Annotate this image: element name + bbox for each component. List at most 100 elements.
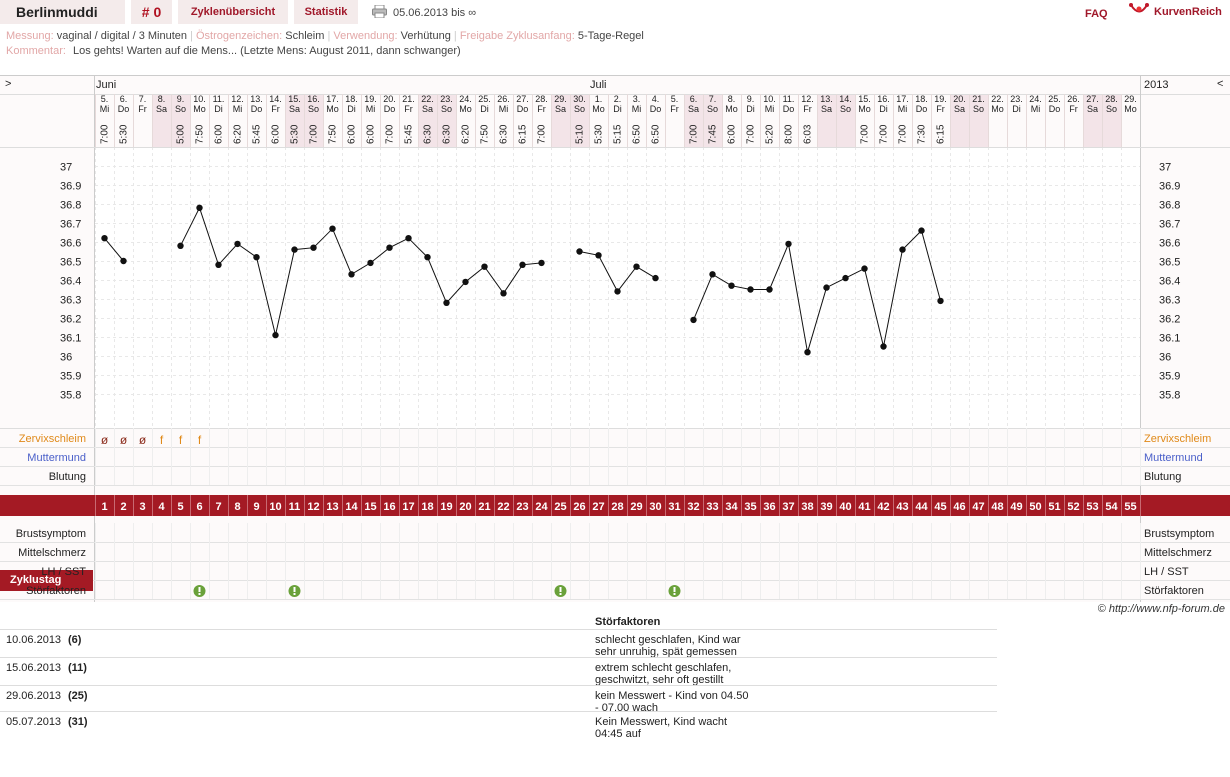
y-tick-label-right: 36.8 xyxy=(1159,200,1180,212)
day-weekday: Mo xyxy=(459,104,472,114)
day-date: 1. xyxy=(595,94,603,104)
day-date: 6. xyxy=(690,94,698,104)
cycle-day-number: 27 xyxy=(592,501,604,513)
cycle-day-number: 33 xyxy=(706,501,718,513)
y-tick-label-right: 36.1 xyxy=(1159,333,1180,345)
cycle-day-number: 15 xyxy=(364,501,376,513)
verwendung-value: Verhütung xyxy=(400,30,451,42)
measure-time: 6:00 xyxy=(271,124,282,144)
measure-time: 7:00 xyxy=(860,124,871,144)
temperature-point xyxy=(709,271,716,278)
temperature-point xyxy=(424,254,431,261)
day-weekday: Do xyxy=(517,104,529,114)
faq-link[interactable]: FAQ xyxy=(1085,8,1108,20)
day-date: 25. xyxy=(1048,94,1061,104)
day-date: 8. xyxy=(728,94,736,104)
day-weekday: So xyxy=(308,104,319,114)
messung-value: vaginal / digital / 3 Minuten xyxy=(56,30,188,42)
day-weekday: Di xyxy=(214,104,223,114)
freigabe-value: 5-Tage-Regel xyxy=(577,30,644,42)
cycle-day-number: 35 xyxy=(744,501,756,513)
tab-zyklenuebersicht[interactable]: Zyklenübersicht xyxy=(178,0,288,24)
measure-time: 7:00 xyxy=(689,124,700,144)
day-date: 29. xyxy=(1124,94,1137,104)
username[interactable]: Berlinmuddi xyxy=(0,0,125,24)
print-icon[interactable] xyxy=(372,4,387,19)
measure-time: 7:00 xyxy=(100,124,111,144)
exclamation-icon xyxy=(193,585,206,597)
measure-time: 6:00 xyxy=(366,124,377,144)
copyright[interactable]: © http://www.nfp-forum.de xyxy=(1098,603,1225,615)
day-weekday: Mo xyxy=(991,104,1004,114)
day-weekday: Fr xyxy=(537,104,546,114)
row-label-lh-sst-right: LH / SST xyxy=(1144,566,1189,578)
kommentar-label: Kommentar: xyxy=(6,45,66,57)
y-tick-label-right: 35.9 xyxy=(1159,371,1180,383)
day-weekday: Do xyxy=(783,104,795,114)
cycle-day-number: 26 xyxy=(573,501,585,513)
day-weekday: Mi xyxy=(233,104,243,114)
cycle-day-number: 45 xyxy=(934,501,946,513)
temperature-point xyxy=(861,265,868,272)
cycle-day-number: 51 xyxy=(1048,501,1060,513)
cycle-day-number: 48 xyxy=(991,501,1003,513)
temperature-point xyxy=(614,288,621,295)
stoer-date: 05.07.2013 xyxy=(6,716,62,728)
cycle-chart-svg: > <2013Juni Juli5.Mi7:006.Do5:307.Fr8.Sa9.… xyxy=(0,75,1230,602)
day-date: 30. xyxy=(573,94,586,104)
stoer-date: 29.06.2013 xyxy=(6,690,62,702)
measure-time: 6:30 xyxy=(442,124,453,144)
day-date: 2. xyxy=(614,94,622,104)
temperature-point xyxy=(196,204,203,211)
cycle-day-number: 49 xyxy=(1010,501,1022,513)
plot-area xyxy=(95,147,1140,428)
table-row: 10.06.2013 (6) schlecht geschlafen, Kind… xyxy=(0,629,997,658)
tab-statistik[interactable]: Statistik xyxy=(294,0,358,24)
temperature-point xyxy=(937,297,944,305)
day-date: 23. xyxy=(440,94,453,104)
exclamation-icon xyxy=(288,585,301,597)
measure-time: 6:20 xyxy=(461,124,472,144)
year-label: 2013 xyxy=(1144,79,1168,91)
temperature-point xyxy=(215,261,222,268)
day-date: 7. xyxy=(709,94,717,104)
measure-time: 6:00 xyxy=(347,124,358,144)
cycle-day-number: 36 xyxy=(763,501,775,513)
measure-time: 6:30 xyxy=(423,124,434,144)
temperature-point xyxy=(291,246,298,253)
measure-time: 6:20 xyxy=(233,124,244,144)
stoer-day: (31) xyxy=(68,716,88,728)
exclamation-icon-dot xyxy=(559,593,562,595)
y-tick-label: 36.3 xyxy=(60,295,81,307)
row-label-stoerfaktoren-right: Störfaktoren xyxy=(1144,585,1204,597)
exclamation-icon-bar xyxy=(673,587,676,592)
measure-time: 7:50 xyxy=(195,124,206,144)
row-label-blutung: Blutung xyxy=(48,471,86,483)
cycle-day-number: 21 xyxy=(478,501,490,513)
cycle-day-number: 37 xyxy=(782,501,794,513)
cycle-day-number: 50 xyxy=(1029,501,1041,513)
day-weekday: So xyxy=(973,104,984,114)
row-label-muttermund-right: Muttermund xyxy=(1144,452,1203,464)
row-label-brustsymptom: Brustsymptom xyxy=(15,528,86,540)
day-date: 26. xyxy=(497,94,510,104)
day-weekday: Fr xyxy=(803,104,812,114)
brand-logo[interactable]: KurvenReich xyxy=(1129,2,1222,18)
day-date: 22. xyxy=(421,94,434,104)
kommentar-value: Los gehts! Warten auf die Mens... (Letzt… xyxy=(72,45,461,57)
day-weekday: Di xyxy=(879,104,888,114)
measure-time: 7:45 xyxy=(708,124,719,144)
day-date: 14. xyxy=(269,94,282,104)
day-date: 22. xyxy=(991,94,1004,104)
cycle-number[interactable]: # 0 xyxy=(131,0,172,24)
temperature-point xyxy=(804,349,811,356)
day-date: 27. xyxy=(1086,94,1099,104)
month-label: Juli xyxy=(590,79,607,91)
day-weekday: So xyxy=(707,104,718,114)
temperature-point xyxy=(652,274,659,282)
day-date: 15. xyxy=(858,94,871,104)
temperature-point xyxy=(386,244,393,251)
day-weekday: Sa xyxy=(1087,104,1098,114)
cycle-day-number: 55 xyxy=(1124,501,1136,513)
day-weekday: Do xyxy=(384,104,396,114)
